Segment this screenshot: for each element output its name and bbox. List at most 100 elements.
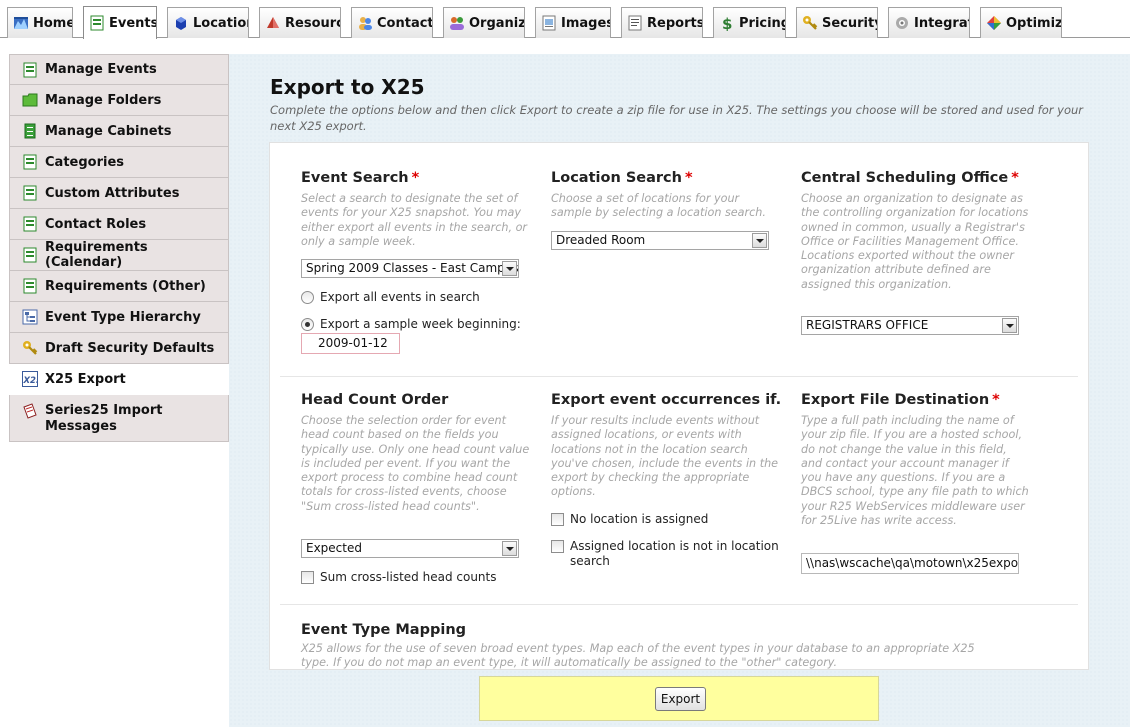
event-type-mapping-title: Event Type Mapping — [301, 622, 467, 638]
event-search-section: Event Search * Select a search to designa… — [301, 170, 531, 249]
head-count-select[interactable]: Expected — [301, 539, 519, 558]
tab-resources[interactable]: Resources — [259, 7, 341, 38]
required-marker: * — [1011, 170, 1019, 186]
contact-roles-icon — [22, 216, 38, 232]
destination-title: Export File Destination * — [801, 392, 1000, 408]
event-search-select[interactable]: Spring 2009 Classes - East Campus — [301, 259, 519, 278]
locations-icon — [173, 15, 189, 31]
event-type-mapping-description: X25 allows for the use of seven broad ev… — [301, 642, 975, 670]
sum-cross-listed-checkbox[interactable] — [301, 571, 314, 584]
categories-icon — [22, 154, 38, 170]
destination-path-input[interactable]: \\nas\wscache\qa\motown\x25export — [801, 553, 1019, 574]
page-title: Export to X25 — [270, 75, 425, 99]
tab-reports[interactable]: Reports — [621, 7, 703, 38]
head-count-title: Head Count Order — [301, 392, 449, 408]
sidebar-item-x25-export[interactable]: X25 X25 Export — [9, 364, 229, 395]
cabinet-icon — [22, 123, 38, 139]
tab-home[interactable]: Home — [7, 7, 73, 38]
import-messages-icon — [22, 403, 38, 419]
contacts-icon — [357, 15, 373, 31]
security-key-icon — [22, 340, 38, 356]
location-search-section: Location Search * Choose a set of locatio… — [551, 170, 781, 221]
sample-week-date-input[interactable]: 2009-01-12 — [301, 333, 400, 354]
required-marker: * — [992, 392, 1000, 408]
no-location-checkbox[interactable] — [551, 513, 564, 526]
tab-security[interactable]: Security — [796, 7, 878, 38]
event-search-description: Select a search to designate the set of … — [301, 192, 528, 248]
resources-icon — [265, 15, 281, 31]
main-content: Export to X25 Complete the options below… — [229, 54, 1130, 727]
export-action-bar: Export — [479, 676, 879, 721]
svg-text:$: $ — [722, 15, 732, 31]
x25-icon: X25 — [22, 371, 42, 387]
occurrences-title: Export event occurrences if... — [551, 392, 781, 408]
sum-cross-listed-option[interactable]: Sum cross-listed head counts — [301, 570, 497, 585]
chevron-down-icon[interactable] — [752, 233, 767, 248]
required-marker: * — [411, 170, 420, 186]
section-divider — [280, 604, 1078, 605]
page-description: Complete the options below and then clic… — [270, 103, 1083, 133]
requirements-other-icon — [22, 278, 38, 294]
sidebar-item-draft-security-defaults[interactable]: Draft Security Defaults — [9, 333, 229, 364]
tab-pricing[interactable]: $ Pricing — [713, 7, 786, 38]
manage-events-icon — [22, 62, 38, 78]
export-form-panel: Event Search * Select a search to designa… — [269, 142, 1089, 670]
export-button[interactable]: Export — [655, 687, 706, 711]
required-marker: * — [684, 170, 693, 186]
pricing-icon: $ — [719, 15, 735, 33]
location-search-select[interactable]: Dreaded Room — [551, 231, 769, 250]
not-in-search-checkbox[interactable] — [551, 540, 564, 553]
chevron-down-icon[interactable] — [1002, 318, 1017, 333]
location-search-title: Location Search * — [551, 170, 693, 186]
destination-description: Type a full path including the name of y… — [801, 414, 1029, 528]
tab-optimize[interactable]: Optimize — [980, 7, 1062, 38]
central-office-description: Choose an organization to designate as t… — [801, 192, 1029, 291]
hierarchy-icon — [22, 309, 38, 325]
event-type-mapping-section: Event Type Mapping X25 allows for the us… — [301, 622, 1001, 670]
export-sample-radio[interactable] — [301, 318, 314, 331]
tab-organizations[interactable]: Organizations — [443, 7, 525, 38]
sidebar-item-custom-attributes[interactable]: Custom Attributes — [9, 178, 229, 209]
sidebar-item-manage-cabinets[interactable]: Manage Cabinets — [9, 116, 229, 147]
export-all-option[interactable]: Export all events in search — [301, 290, 480, 305]
event-search-title: Event Search * — [301, 170, 420, 186]
tab-images[interactable]: Images — [535, 7, 611, 38]
sidebar-nav: Manage Events Manage Folders Manage Cabi… — [9, 54, 229, 442]
location-search-description: Choose a set of locations for your sampl… — [551, 192, 766, 220]
custom-attributes-icon — [22, 185, 38, 201]
reports-icon — [627, 15, 643, 31]
main-tab-bar: Home Events Locations Resources Contacts… — [0, 0, 1130, 39]
tab-contacts[interactable]: Contacts — [351, 7, 433, 38]
central-office-title: Central Scheduling Office * — [801, 170, 1019, 186]
security-key-icon — [802, 15, 818, 31]
head-count-section: Head Count Order Choose the selection or… — [301, 392, 531, 514]
central-office-select[interactable]: REGISTRARS OFFICE — [801, 316, 1019, 335]
sidebar-item-series25-import-messages[interactable]: Series25 Import Messages — [9, 395, 229, 442]
sidebar-item-manage-folders[interactable]: Manage Folders — [9, 85, 229, 116]
occurrences-description: If your results include events without a… — [551, 414, 779, 499]
sidebar-item-contact-roles[interactable]: Contact Roles — [9, 209, 229, 240]
not-in-search-option[interactable]: Assigned location is not in location sea… — [551, 539, 783, 569]
sidebar-item-categories[interactable]: Categories — [9, 147, 229, 178]
export-sample-option[interactable]: Export a sample week beginning: — [301, 317, 521, 332]
section-divider — [280, 376, 1078, 377]
events-icon — [89, 15, 105, 31]
central-office-section: Central Scheduling Office * Choose an org… — [801, 170, 1031, 292]
head-count-description: Choose the selection order for event hea… — [301, 414, 530, 513]
sidebar-item-requirements-calendar[interactable]: Requirements (Calendar) — [9, 240, 229, 271]
home-icon — [13, 15, 29, 31]
sidebar-item-event-type-hierarchy[interactable]: Event Type Hierarchy — [9, 302, 229, 333]
requirements-calendar-icon — [22, 247, 38, 263]
export-all-radio[interactable] — [301, 291, 314, 304]
tab-locations[interactable]: Locations — [167, 7, 249, 38]
svg-text:X25: X25 — [23, 376, 39, 386]
sidebar-item-manage-events[interactable]: Manage Events — [9, 54, 229, 85]
chevron-down-icon[interactable] — [502, 541, 517, 556]
images-icon — [541, 15, 557, 31]
tab-events[interactable]: Events — [83, 6, 157, 39]
chevron-down-icon[interactable] — [502, 261, 517, 276]
sidebar-item-requirements-other[interactable]: Requirements (Other) — [9, 271, 229, 302]
no-location-option[interactable]: No location is assigned — [551, 512, 708, 527]
tab-integrations[interactable]: Integrations — [888, 7, 970, 38]
destination-section: Export File Destination * Type a full pat… — [801, 392, 1031, 528]
